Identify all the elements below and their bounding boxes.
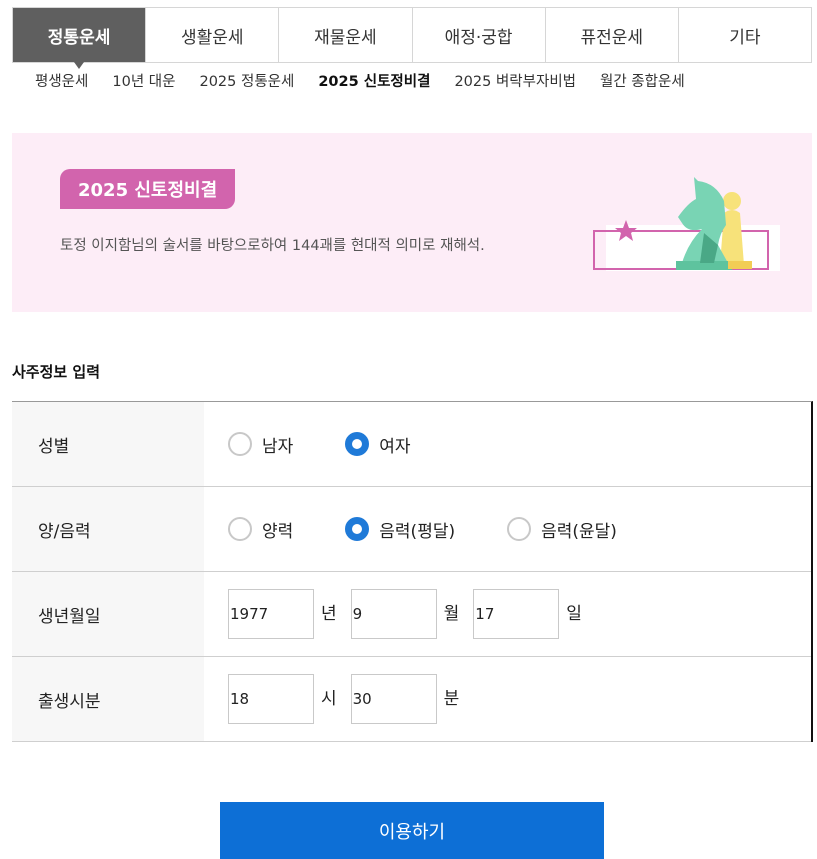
- subnav-lifetime[interactable]: 평생운세: [35, 70, 88, 92]
- calendar-lunar-leap-radio[interactable]: 음력(윤달): [507, 517, 617, 542]
- birth-day-input[interactable]: [473, 589, 560, 639]
- gender-male-label: 남자: [262, 436, 294, 457]
- radio-checked-icon: [345, 517, 370, 541]
- birthdate-label: 생년월일: [12, 572, 204, 656]
- gender-female-radio[interactable]: 여자: [345, 432, 411, 457]
- tab-fusion[interactable]: 퓨전운세: [544, 8, 678, 62]
- birthtime-field: 시 분: [204, 657, 811, 741]
- gender-field: 남자 여자: [204, 402, 811, 486]
- saju-form: 성별 남자 여자 양/음력 양력 음력(평달) 음력(윤달) 생년월일 1977…: [12, 401, 813, 742]
- gender-label: 성별: [12, 402, 204, 486]
- tab-etc[interactable]: 기타: [677, 8, 812, 62]
- banner-description: 토정 이지함님의 술서를 바탕으로하여 144괘를 현대적 의미로 재해석.: [60, 238, 485, 254]
- calendar-lunar-label: 음력(평달): [379, 521, 456, 542]
- calendar-field: 양력 음력(평달) 음력(윤달): [204, 487, 811, 571]
- day-unit: 일: [566, 603, 582, 624]
- gender-female-label: 여자: [379, 436, 411, 457]
- calendar-solar-label: 양력: [262, 521, 294, 542]
- birthdate-field: 년 월 일: [204, 572, 811, 656]
- birthdate-row: 생년월일 년 월 일: [12, 572, 811, 657]
- month-unit: 월: [443, 603, 460, 624]
- radio-unchecked-icon: [507, 517, 532, 541]
- tab-life[interactable]: 생활운세: [145, 8, 279, 62]
- calendar-lunar-leap-label: 음력(윤달): [541, 521, 617, 542]
- tab-traditional[interactable]: 정통운세: [13, 8, 146, 69]
- calendar-solar-radio[interactable]: 양력: [228, 517, 293, 542]
- subnav-2025-traditional[interactable]: 2025 정통운세: [199, 70, 294, 92]
- birthtime-row: 출생시분 시 분: [12, 657, 811, 742]
- subnav-10year[interactable]: 10년 대운: [112, 70, 175, 92]
- radio-checked-icon: [345, 432, 370, 456]
- gender-row: 성별 남자 여자: [12, 402, 811, 487]
- birthtime-label: 출생시분: [12, 657, 204, 741]
- birth-hour-input[interactable]: [228, 674, 314, 724]
- tab-love[interactable]: 애정·궁합: [411, 8, 545, 62]
- section-title: 사주정보 입력: [12, 363, 101, 381]
- sub-nav: 평생운세 10년 대운 2025 정통운세 2025 신토정비결 2025 벼락…: [35, 70, 685, 92]
- main-tabs: 정통운세 생활운세 재물운세 애정·궁합 퓨전운세 기타: [12, 7, 812, 69]
- birth-month-input[interactable]: [350, 589, 437, 639]
- gender-male-radio[interactable]: 남자: [228, 432, 293, 457]
- hero-banner: 2025 신토정비결 토정 이지함님의 술서를 바탕으로하여 144괘를 현대적…: [12, 133, 812, 312]
- subnav-2025-tojeong[interactable]: 2025 신토정비결: [318, 70, 430, 92]
- calendar-lunar-radio[interactable]: 음력(평달): [345, 517, 455, 542]
- chess-pieces-illustration: [593, 177, 780, 271]
- banner-badge: 2025 신토정비결: [60, 169, 236, 209]
- radio-unchecked-icon: [228, 432, 252, 456]
- submit-button[interactable]: 이용하기: [220, 802, 604, 859]
- minute-unit: 분: [443, 688, 460, 709]
- subnav-2025-rich[interactable]: 2025 벼락부자비법: [454, 70, 576, 92]
- subnav-monthly[interactable]: 월간 종합운세: [600, 70, 685, 92]
- radio-unchecked-icon: [228, 517, 252, 541]
- calendar-row: 양/음력 양력 음력(평달) 음력(윤달): [12, 487, 811, 572]
- birth-year-input[interactable]: [228, 589, 314, 639]
- birth-minute-input[interactable]: [350, 674, 437, 724]
- calendar-label: 양/음력: [12, 487, 204, 571]
- hour-unit: 시: [321, 688, 337, 709]
- tab-wealth[interactable]: 재물운세: [278, 8, 412, 62]
- year-unit: 년: [321, 603, 337, 624]
